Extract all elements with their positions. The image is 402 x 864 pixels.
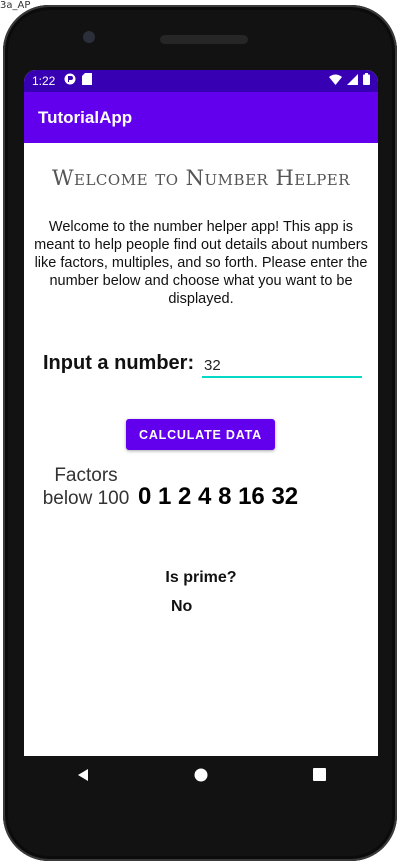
home-button[interactable]: [181, 757, 221, 797]
sd-card-icon: [82, 73, 92, 88]
input-label: Input a number:: [43, 352, 195, 374]
window-title-fragment: 3a_AP: [0, 0, 31, 11]
status-time: 1:22: [32, 74, 56, 88]
home-icon: [194, 768, 208, 787]
factors-value: 0 1 2 4 8 16 32: [138, 483, 299, 510]
factors-label: Factors below 100: [42, 465, 130, 509]
signal-icon: [347, 73, 358, 88]
front-camera: [83, 31, 95, 43]
battery-icon: [363, 73, 370, 88]
app-screen: 1:22 TutorialApp Welcome to Number Helpe…: [24, 70, 378, 756]
intro-text: Welcome to the number helper app! This a…: [34, 219, 368, 307]
is-prime-label: Is prime?: [165, 569, 237, 586]
welcome-title: Welcome to Number Helper: [51, 166, 351, 190]
is-prime-value: No: [171, 598, 193, 615]
app-notification-icon: [64, 73, 76, 88]
status-bar: 1:22: [24, 70, 378, 92]
navigation-bar: [24, 756, 378, 798]
back-icon: [76, 768, 90, 787]
earpiece-speaker: [160, 35, 248, 44]
app-title: TutorialApp: [38, 108, 133, 127]
back-button[interactable]: [63, 757, 103, 797]
recents-button[interactable]: [299, 757, 339, 797]
recents-icon: [312, 768, 326, 786]
app-bar: TutorialApp: [24, 92, 378, 143]
calculate-data-button[interactable]: CALCULATE DATA: [126, 419, 275, 450]
number-input[interactable]: [202, 354, 362, 378]
wifi-icon: [329, 74, 342, 88]
